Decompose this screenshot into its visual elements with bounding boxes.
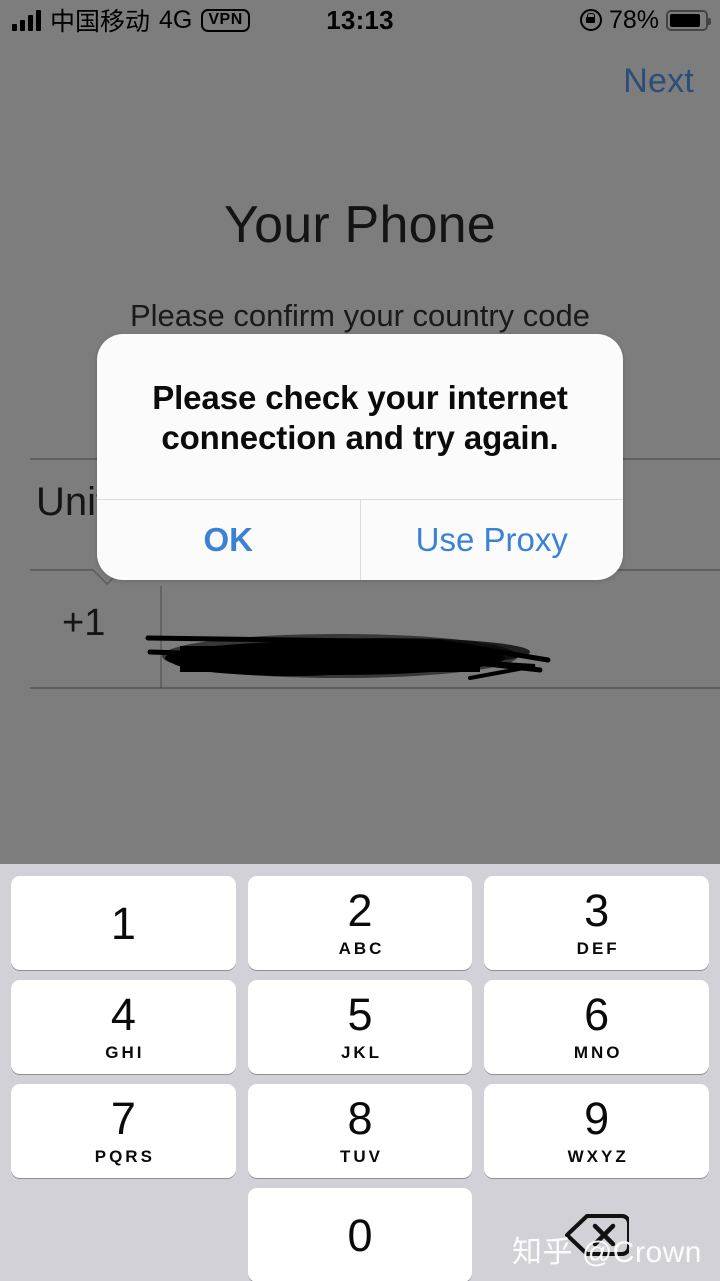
key-letters: WXYZ xyxy=(567,1146,629,1166)
keypad-row: 0 xyxy=(0,1188,720,1281)
key-digit: 0 xyxy=(347,1209,373,1261)
key-digit: 3 xyxy=(584,884,610,936)
key-letters: GHI xyxy=(105,1042,145,1062)
key-9[interactable]: 9 WXYZ xyxy=(484,1084,710,1178)
status-bar-right: 78% xyxy=(579,0,711,40)
key-letters: DEF xyxy=(576,938,620,958)
form-separator-bottom xyxy=(30,687,720,689)
alert-dialog: Please check your internet connection an… xyxy=(97,334,623,580)
alert-ok-button[interactable]: OK xyxy=(97,499,361,580)
alert-button-row: OK Use Proxy xyxy=(97,498,624,580)
alert-message: Please check your internet connection an… xyxy=(152,379,568,457)
numeric-keypad: 1 2 ABC 3 DEF 4 GHI 5 JKL 6 MNO 7 PQRS 8… xyxy=(0,864,720,1281)
key-digit: 8 xyxy=(347,1092,373,1144)
key-letters: JKL xyxy=(340,1042,383,1062)
battery-icon xyxy=(666,9,711,31)
keypad-row: 1 2 ABC 3 DEF xyxy=(0,876,720,970)
key-digit: 9 xyxy=(584,1092,610,1144)
key-letters: MNO xyxy=(573,1042,623,1062)
key-1[interactable]: 1 xyxy=(11,876,236,970)
keypad-row: 7 PQRS 8 TUV 9 WXYZ xyxy=(0,1084,720,1178)
next-button[interactable]: Next xyxy=(623,62,694,101)
key-letters: PQRS xyxy=(94,1146,155,1166)
keypad-row: 4 GHI 5 JKL 6 MNO xyxy=(0,980,720,1074)
key-letters: ABC xyxy=(338,938,385,958)
key-delete[interactable] xyxy=(484,1188,709,1281)
phone-number-input-redacted[interactable] xyxy=(140,618,572,692)
key-digit: 7 xyxy=(110,1092,136,1144)
key-5[interactable]: 5 JKL xyxy=(247,980,473,1074)
key-digit: 1 xyxy=(110,897,136,949)
key-4[interactable]: 4 GHI xyxy=(11,980,236,1074)
key-2[interactable]: 2 ABC xyxy=(247,876,473,970)
backspace-delete-icon xyxy=(564,1214,629,1256)
keypad-spacer xyxy=(11,1188,236,1281)
page-subtitle: Please confirm your country code xyxy=(129,298,591,333)
key-letters: TUV xyxy=(340,1146,383,1166)
alert-use-proxy-button[interactable]: Use Proxy xyxy=(361,500,624,580)
key-0[interactable]: 0 xyxy=(247,1188,473,1281)
phone-screen: 中国移动 4G VPN 13:13 78% Next Your Phone Pl… xyxy=(0,0,720,1281)
key-digit: 6 xyxy=(584,988,610,1040)
country-code-label: +1 xyxy=(62,602,106,644)
key-8[interactable]: 8 TUV xyxy=(247,1084,473,1178)
page-title: Your Phone xyxy=(224,196,496,254)
battery-percent-label: 78% xyxy=(608,5,659,34)
key-digit: 4 xyxy=(110,988,136,1040)
rotation-lock-icon xyxy=(579,9,602,31)
key-digit: 2 xyxy=(347,884,373,936)
status-bar: 中国移动 4G VPN 13:13 78% xyxy=(0,0,720,40)
key-digit: 5 xyxy=(347,988,373,1040)
key-6[interactable]: 6 MNO xyxy=(484,980,710,1074)
key-7[interactable]: 7 PQRS xyxy=(11,1084,236,1178)
key-3[interactable]: 3 DEF xyxy=(484,876,710,970)
